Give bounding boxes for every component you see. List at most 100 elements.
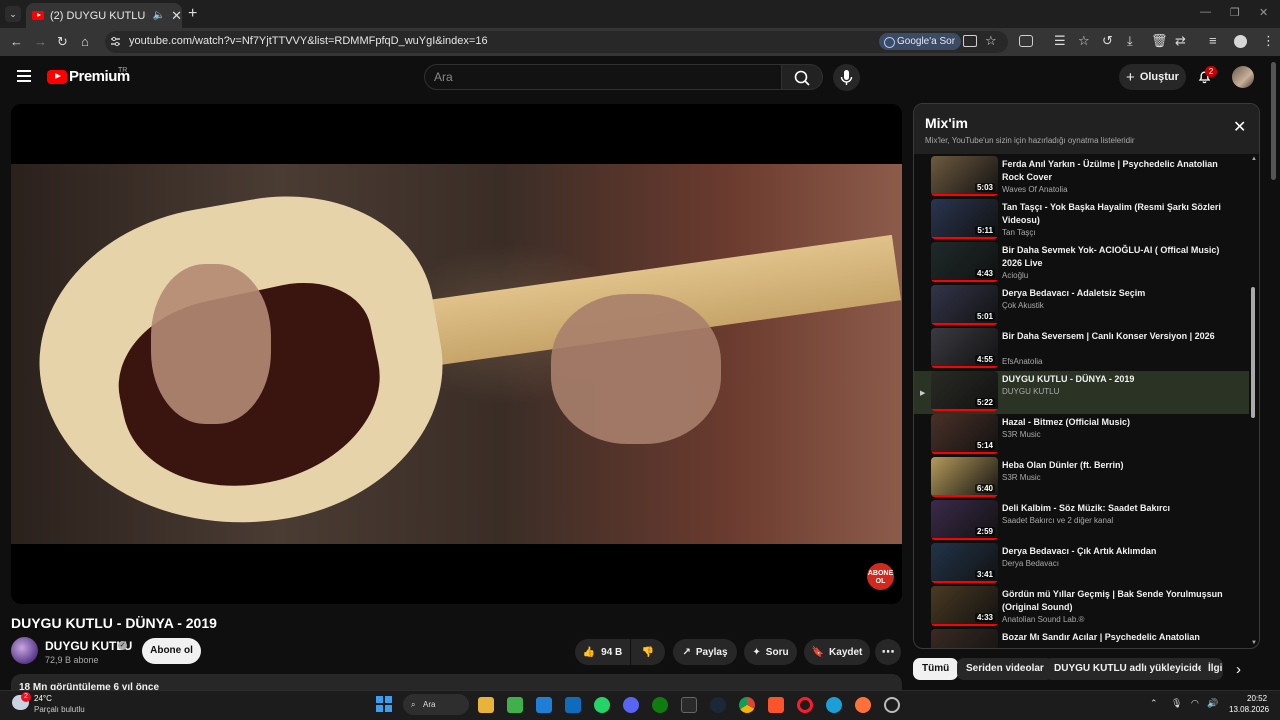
clock-date[interactable]: 13.08.2026 [1229, 705, 1269, 714]
abone-ol-badge[interactable]: ABONE OL [867, 563, 894, 590]
google-sor-button[interactable]: Google'a Sor [879, 33, 962, 50]
edge-icon[interactable] [826, 697, 842, 713]
playlist-item[interactable]: 6:40 Heba Olan Dünler (ft. Berrin) S3R Mus… [914, 457, 1249, 500]
scroll-up-icon[interactable]: ▲ [1251, 156, 1257, 162]
like-button[interactable]: 👍 94 B [575, 639, 630, 665]
discord-icon[interactable] [623, 697, 639, 713]
tab-close-icon[interactable]: ✕ [171, 8, 182, 24]
epic-games-icon[interactable] [681, 697, 697, 713]
playlist-thumbnail: 2:59 [931, 500, 998, 540]
forward-arrow-icon[interactable]: → [34, 34, 47, 49]
playlist-item-channel: Waves Of Anatolia [1002, 185, 1068, 194]
whatsapp-icon[interactable] [594, 697, 610, 713]
translate-icon[interactable]: ⇄ [1175, 33, 1186, 49]
dislike-button[interactable]: 👎 [631, 639, 665, 665]
media-control-icon[interactable]: ≡ [1209, 33, 1217, 48]
channel-avatar[interactable] [11, 637, 38, 664]
scroll-down-icon[interactable]: ▼ [1251, 640, 1257, 646]
mail-icon[interactable] [565, 697, 581, 713]
share-button[interactable]: ↗ Paylaş [673, 639, 737, 665]
playlist-item[interactable]: ▶ 5:22 DUYGU KUTLU - DÜNYA - 2019 DUYGU KUT… [914, 371, 1249, 414]
search-input[interactable] [434, 68, 774, 86]
close-playlist-icon[interactable]: ✕ [1233, 117, 1246, 137]
playlist-item[interactable]: 5:03 Ferda Anıl Yarkın - Üzülme | Psyched… [914, 156, 1249, 199]
playlist-item[interactable]: 5:14 Hazal - Bitmez (Official Music) S3R M… [914, 414, 1249, 457]
search-button[interactable] [782, 64, 823, 90]
playlist-scrollbar[interactable] [1251, 287, 1255, 418]
clock-time[interactable]: 20:52 [1247, 694, 1267, 703]
voice-search-button[interactable] [833, 64, 860, 91]
file-explorer-icon[interactable] [478, 697, 494, 713]
playlist-item[interactable]: 3:41 Derya Bedavacı - Çık Artık Aklımdan D… [914, 543, 1249, 586]
home-icon[interactable]: ⌂ [81, 34, 89, 49]
playlist-item[interactable]: 4:43 Bir Daha Sevmek Yok- ACIOĞLU-AI ( Of… [914, 242, 1249, 285]
xbox-icon[interactable] [652, 697, 668, 713]
volume-icon[interactable]: 🔊 [1207, 698, 1218, 709]
store-icon[interactable] [536, 697, 552, 713]
chevron-right-icon[interactable]: › [1236, 661, 1241, 678]
new-tab-button[interactable]: + [188, 5, 197, 23]
windows-start-icon[interactable] [376, 696, 392, 712]
settings-gear-icon[interactable] [884, 697, 900, 713]
playlist-item[interactable]: 2:59 Deli Kalbim - Söz Müzik: Saadet Bakı… [914, 500, 1249, 543]
guide-menu-icon[interactable] [17, 70, 31, 82]
duration-badge: 3:41 [974, 570, 995, 579]
steam-icon[interactable] [710, 697, 726, 713]
trash-icon[interactable]: 🗑 [1151, 33, 1168, 49]
restore-window-icon[interactable]: ❐ [1230, 6, 1240, 19]
network-icon[interactable]: ◠ [1191, 698, 1199, 709]
chrome-icon[interactable] [739, 697, 755, 713]
playlist-item[interactable]: 4:33 Gördün mü Yıllar Geçmiş | Bak Sende … [914, 586, 1249, 629]
minimize-window-icon[interactable]: — [1200, 6, 1211, 18]
browser-menu-icon[interactable]: ⋮ [1262, 33, 1275, 49]
site-info-icon[interactable] [110, 36, 121, 47]
chip-series[interactable]: Seriden videolar [957, 658, 1053, 680]
user-avatar[interactable] [1232, 66, 1254, 88]
tab-audio-icon[interactable]: 🔈 [153, 10, 165, 21]
more-actions-button[interactable]: ⋯ [875, 639, 901, 665]
opera-icon[interactable] [797, 697, 813, 713]
cast-icon[interactable] [963, 35, 977, 47]
chip-related[interactable]: İlgi [1201, 658, 1223, 680]
duration-badge: 2:59 [974, 527, 995, 536]
reload-icon[interactable]: ↻ [57, 34, 68, 50]
playlist-item[interactable]: Bozar Mı Sandır Acılar | Psychedelic Ana… [914, 629, 1249, 648]
subscribe-button[interactable]: Abone ol [142, 638, 201, 664]
save-button[interactable]: 🔖 Kaydet [804, 639, 870, 665]
video-player[interactable] [11, 104, 902, 604]
tray-overflow-icon[interactable]: ⌃ [1150, 698, 1158, 709]
browser-profile-avatar[interactable] [1234, 35, 1247, 48]
bookmark-star-icon[interactable]: ☆ [985, 33, 997, 49]
playlist-thumbnail: 6:40 [931, 457, 998, 497]
chip-uploader[interactable]: DUYGU KUTLU adlı yükleyiciden [1045, 658, 1219, 680]
brave-icon[interactable] [768, 697, 784, 713]
playlist-item[interactable]: 5:11 Tan Taşçı - Yok Başka Hayalim (Resmi… [914, 199, 1249, 242]
extensions-icon[interactable] [1019, 35, 1033, 47]
save-label: Kaydet [829, 646, 863, 658]
back-arrow-icon[interactable]: ← [10, 34, 23, 49]
playlist-item[interactable]: 5:01 Derya Bedavacı - Adaletsiz Seçim Çok … [914, 285, 1249, 328]
now-playing-icon: ▶ [920, 390, 926, 397]
duration-badge: 5:14 [974, 441, 995, 450]
browser-tab-active[interactable]: (2) DUYGU KUTLU - DÜNYA 🔈 ✕ [26, 3, 182, 28]
favorites-icon[interactable]: ☆ [1078, 33, 1090, 49]
microphone-tray-icon[interactable]: 🎙 [1171, 698, 1182, 709]
playlist-item[interactable]: 4:55 Bir Daha Seversem | Canlı Konser Ver… [914, 328, 1249, 371]
create-button[interactable]: + Oluştur [1119, 64, 1186, 90]
download-icon[interactable]: ⤓ [1127, 33, 1133, 49]
taskbar-search[interactable]: ⌕ Ara [403, 694, 469, 715]
picking-hand [151, 264, 271, 424]
chip-all[interactable]: Tümü [913, 658, 959, 680]
firefox-icon[interactable] [855, 697, 871, 713]
tab-search-menu-button[interactable]: ⌄ [5, 6, 21, 22]
verified-check-icon: ✓ [118, 641, 127, 650]
close-window-icon[interactable]: ✕ [1259, 6, 1268, 19]
ask-button[interactable]: ✦ Soru [744, 639, 797, 665]
playlist-thumbnail: 5:03 [931, 156, 998, 196]
widgets-app-icon[interactable] [507, 697, 523, 713]
playlist-item-title: Bir Daha Sevmek Yok- ACIOĞLU-AI ( Offica… [1002, 245, 1220, 268]
page-scrollbar[interactable] [1271, 62, 1276, 180]
reading-list-icon[interactable]: ☰ [1054, 33, 1066, 49]
watched-progress-bar [931, 280, 998, 282]
history-icon[interactable]: ↺ [1102, 33, 1113, 49]
